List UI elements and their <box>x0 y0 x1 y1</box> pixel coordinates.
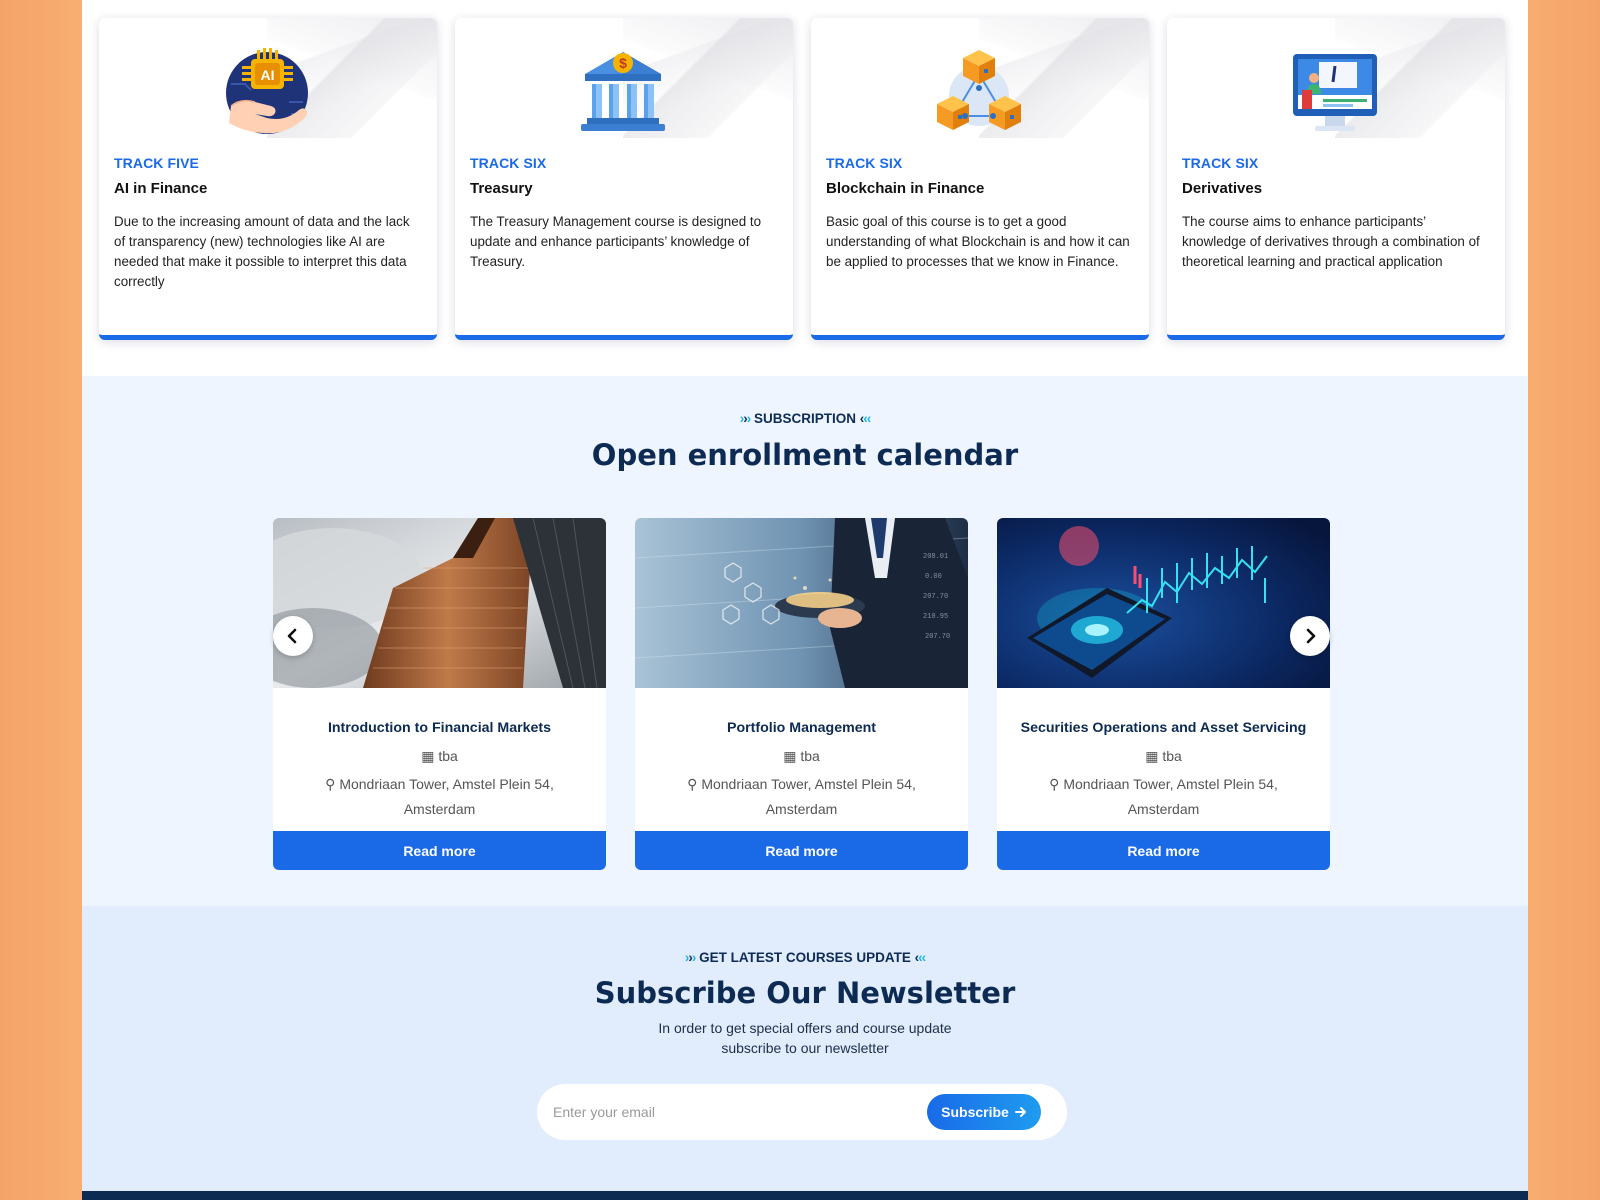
track-card-ai-in-finance[interactable]: AI TRACK FIVE AI in Finance Due to the i… <box>99 18 437 340</box>
newsletter-form: Subscribe <box>537 1084 1067 1140</box>
track-description: The course aims to enhance participants’… <box>1182 214 1480 269</box>
course-date: ▦ tba <box>273 748 606 765</box>
course-location: ⚲ Mondriaan Tower, Amstel Plein 54, Amst… <box>1027 772 1300 822</box>
section-kicker: ››› GET LATEST COURSES UPDATE ‹‹‹ <box>82 950 1528 965</box>
course-card: Securities Operations and Asset Servicin… <box>997 518 1330 870</box>
ai-chip-hand-icon: AI <box>217 44 317 140</box>
read-more-button[interactable]: Read more <box>635 831 968 870</box>
section-kicker: ››› SUBSCRIPTION ‹‹‹ <box>82 411 1528 426</box>
enrollment-section: ››› SUBSCRIPTION ‹‹‹ Open enrollment cal… <box>82 376 1528 906</box>
kicker-arrows-right-icon: ‹‹‹ <box>914 950 927 965</box>
svg-text:210.95: 210.95 <box>923 613 948 621</box>
ai-chip-label: AI <box>261 67 275 83</box>
businessman-tablet-photo: 208.01 0.00 207.70 210.95 207.70 <box>635 518 968 688</box>
svg-text:207.70: 207.70 <box>925 633 950 641</box>
track-description: Basic goal of this course is to get a go… <box>826 214 1130 269</box>
read-more-button[interactable]: Read more <box>997 831 1330 870</box>
carousel-next-button[interactable] <box>1290 616 1330 656</box>
track-title: Derivatives <box>1182 180 1263 197</box>
track-title: Blockchain in Finance <box>826 180 985 197</box>
course-title[interactable]: Securities Operations and Asset Servicin… <box>997 720 1330 736</box>
map-marker-icon: ⚲ <box>325 776 336 792</box>
calendar-icon: ▦ <box>783 748 797 764</box>
course-location-value: Mondriaan Tower, Amstel Plein 54, Amster… <box>339 776 554 817</box>
course-location: ⚲ Mondriaan Tower, Amstel Plein 54, Amst… <box>665 772 938 822</box>
svg-text:208.01: 208.01 <box>923 553 948 561</box>
track-card-derivatives[interactable]: TRACK SIX Derivatives The course aims to… <box>1167 18 1505 340</box>
email-input[interactable] <box>553 1098 913 1126</box>
kicker-arrows-left-icon: ››› <box>684 950 696 965</box>
course-card: Introduction to Financial Markets ▦ tba … <box>273 518 606 870</box>
course-location: ⚲ Mondriaan Tower, Amstel Plein 54, Amst… <box>303 772 576 822</box>
calendar-icon: ▦ <box>1145 748 1159 764</box>
course-date: ▦ tba <box>997 748 1330 765</box>
footer-top-edge <box>82 1191 1528 1200</box>
track-description: Due to the increasing amount of data and… <box>114 214 410 289</box>
subscribe-button[interactable]: Subscribe <box>927 1094 1041 1130</box>
track-card-blockchain[interactable]: TRACK SIX Blockchain in Finance Basic go… <box>811 18 1149 340</box>
course-date-value: tba <box>438 748 458 764</box>
presentation-monitor-icon <box>1285 44 1385 140</box>
read-more-button[interactable]: Read more <box>273 831 606 870</box>
section-heading: Open enrollment calendar <box>591 438 1019 472</box>
course-card: 208.01 0.00 207.70 210.95 207.70 Portfolio M… <box>635 518 968 870</box>
track-eyebrow: TRACK SIX <box>470 155 547 171</box>
newsletter-section: ››› GET LATEST COURSES UPDATE ‹‹‹ Subscr… <box>82 906 1528 1191</box>
track-card-treasury[interactable]: $ TRACK SIX Treasury The Treasury Manage… <box>455 18 793 340</box>
chevron-right-icon <box>1306 628 1316 644</box>
newsletter-subtext-line2: subscribe to our newsletter <box>721 1040 889 1056</box>
kicker-label: SUBSCRIPTION <box>753 411 856 426</box>
skyscraper-photo <box>273 518 606 689</box>
course-date: ▦ tba <box>635 748 968 765</box>
page: AI TRACK FIVE AI in Finance Due to the i… <box>82 0 1528 1200</box>
course-title[interactable]: Introduction to Financial Markets <box>273 720 606 736</box>
track-eyebrow: TRACK SIX <box>826 155 903 171</box>
track-eyebrow: TRACK SIX <box>1182 155 1259 171</box>
course-date-value: tba <box>1162 748 1182 764</box>
smartphone-chart-photo <box>997 518 1330 688</box>
track-eyebrow: TRACK FIVE <box>114 155 199 171</box>
arrow-right-icon <box>1014 1107 1026 1117</box>
newsletter-subtext-line1: In order to get special offers and cours… <box>658 1020 952 1036</box>
bank-building-icon: $ <box>573 44 673 140</box>
kicker-label: GET LATEST COURSES UPDATE <box>699 950 911 965</box>
track-title: AI in Finance <box>114 180 208 197</box>
map-marker-icon: ⚲ <box>1049 776 1060 792</box>
kicker-arrows-right-icon: ‹‹‹ <box>859 411 872 426</box>
course-title[interactable]: Portfolio Management <box>635 720 968 736</box>
course-date-value: tba <box>800 748 820 764</box>
track-title: Treasury <box>470 180 533 197</box>
track-description: The Treasury Management course is design… <box>470 214 762 269</box>
map-marker-icon: ⚲ <box>687 776 698 792</box>
calendar-icon: ▦ <box>421 748 435 764</box>
dollar-sign-label: $ <box>619 55 627 71</box>
tracks-section: AI TRACK FIVE AI in Finance Due to the i… <box>82 0 1528 376</box>
svg-text:0.00: 0.00 <box>925 573 942 581</box>
newsletter-heading: Subscribe Our Newsletter <box>594 976 1016 1010</box>
chevron-left-icon <box>287 628 297 644</box>
carousel-prev-button[interactable] <box>273 616 313 656</box>
svg-text:207.70: 207.70 <box>923 593 948 601</box>
kicker-arrows-left-icon: ››› <box>739 411 751 426</box>
course-location-value: Mondriaan Tower, Amstel Plein 54, Amster… <box>1063 776 1278 817</box>
blockchain-cubes-icon <box>929 44 1029 140</box>
subscribe-button-label: Subscribe <box>941 1104 1009 1120</box>
course-location-value: Mondriaan Tower, Amstel Plein 54, Amster… <box>701 776 916 817</box>
